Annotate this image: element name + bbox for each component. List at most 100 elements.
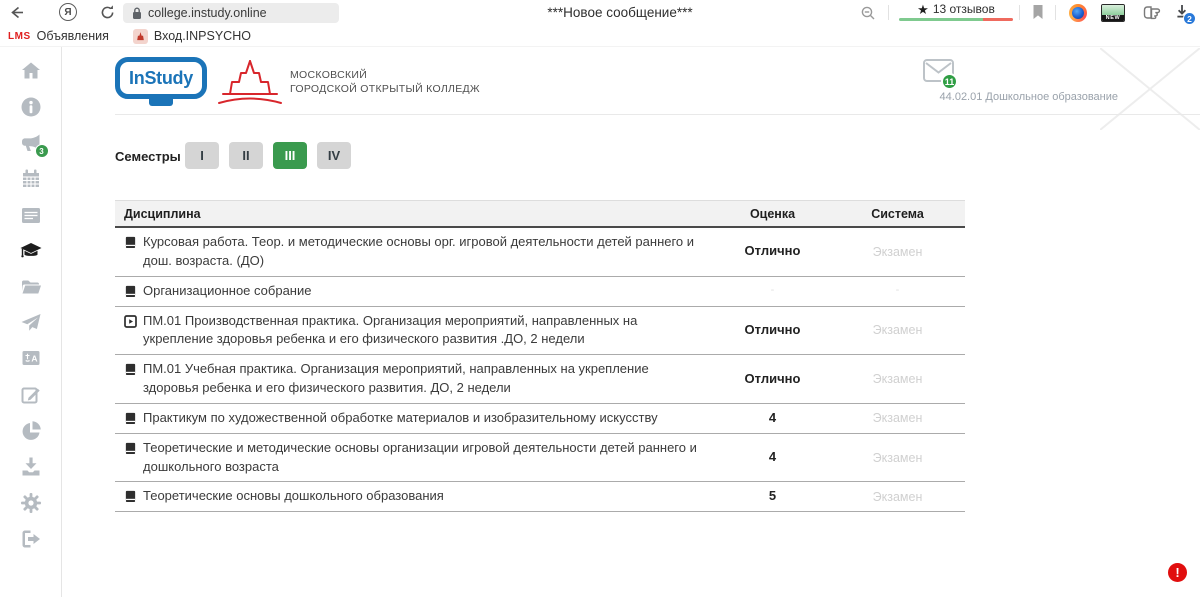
book-icon [124,412,137,425]
bookmarks-bar: LMS Объявления Вход.INPSYCHO [0,26,1200,47]
instudy-monitor-stand [149,99,173,106]
grade-value: Отлично [715,370,830,389]
semester-button[interactable]: III [273,142,307,169]
extension-circle-icon[interactable] [1069,4,1087,22]
new-badge: NEW [1102,15,1124,22]
table-row[interactable]: Теоретические основы дошкольного образов… [115,482,965,512]
sidebar-item-calendar[interactable] [19,167,43,191]
semester-buttons: IIIIIIIV [185,142,351,169]
column-grade: Оценка [715,207,830,221]
sidebar-item-translate[interactable]: A [19,347,43,371]
zoom-out-icon[interactable] [860,5,877,22]
sidebar-item-journal[interactable] [19,203,43,227]
sidebar-item-announcements[interactable]: 3 [19,131,43,155]
grade-value: Отлично [715,242,830,261]
bookmark-flag-icon[interactable] [1031,4,1045,20]
book-icon [124,363,137,376]
program-title: 44.02.01 Дошкольное образование [818,91,1118,103]
sidebar-item-home[interactable] [19,59,43,83]
refresh-icon[interactable] [99,4,116,21]
sidebar-item-settings[interactable] [19,491,43,515]
sidebar-item-statistics[interactable] [19,419,43,443]
book-icon [124,236,137,249]
browser-toolbar: Я college.instudy.online ***Новое сообще… [0,0,1200,26]
lock-icon [132,7,142,20]
toolbar-divider [1055,5,1056,20]
college-name: МОСКОВСКИЙ ГОРОДСКОЙ ОТКРЫТЫЙ КОЛЛЕДЖ [290,68,480,96]
discipline-name: Курсовая работа. Теор. и методические ос… [143,233,715,271]
book-icon [124,285,137,298]
sidebar-item-files[interactable] [19,275,43,299]
system-value: - [830,283,965,299]
sidebar-item-info[interactable] [19,95,43,119]
system-value: Экзамен [830,488,965,506]
table-row[interactable]: ПМ.01 Производственная практика. Организ… [115,307,965,356]
bookmark-lms-announcements[interactable]: LMS Объявления [8,29,109,43]
mail-icon[interactable]: 11 [922,58,962,92]
instudy-logo-text: InStudy [129,68,193,89]
downloads-badge: 2 [1183,12,1196,25]
mail-badge: 11 [941,73,958,90]
discipline-name: ПМ.01 Производственная практика. Организ… [143,312,715,350]
sidebar-item-messages[interactable] [19,311,43,335]
table-row[interactable]: Практикум по художественной обработке ма… [115,404,965,434]
discipline-name: Организационное собрание [143,282,715,301]
system-value: Экзамен [830,449,965,467]
url-text: college.instudy.online [148,6,267,20]
toolbar-divider [888,5,889,20]
extension-new-icon[interactable]: NEW [1101,4,1125,22]
grade-value: 4 [715,448,830,467]
sidebar-item-edit[interactable] [19,383,43,407]
discipline-name: ПМ.01 Учебная практика. Организация меро… [143,360,715,398]
reviews-widget[interactable]: ★ 13 отзывов [899,2,1013,21]
grade-value: 5 [715,487,830,506]
system-value: Экзамен [830,321,965,339]
sidebar-item-logout[interactable] [19,527,43,551]
grade-value: 4 [715,409,830,428]
column-discipline: Дисциплина [115,207,715,221]
semester-button[interactable]: IV [317,142,351,169]
grades-table-body: Курсовая работа. Теор. и методические ос… [115,228,965,512]
star-icon: ★ [917,3,929,16]
column-system: Система [830,207,965,221]
table-row[interactable]: Теоретические и методические основы орга… [115,434,965,483]
yandex-browser-icon[interactable]: Я [59,3,77,21]
bookmark-inpsycho[interactable]: Вход.INPSYCHO [119,29,251,44]
sidebar-nav: 3 A [0,47,62,597]
address-bar[interactable]: college.instudy.online [123,3,339,23]
table-row[interactable]: ПМ.01 Учебная практика. Организация меро… [115,355,965,404]
system-value: Экзамен [830,370,965,388]
semester-button[interactable]: II [229,142,263,169]
grades-table-header: Дисциплина Оценка Система [115,200,965,228]
discipline-name: Практикум по художественной обработке ма… [143,409,715,428]
lms-icon: LMS [8,31,31,42]
video-icon [124,315,137,328]
reviews-count: 13 отзывов [933,2,995,16]
grade-value: Отлично [715,321,830,340]
instudy-logo[interactable]: InStudy [115,57,207,109]
header-divider [115,114,1200,115]
discipline-name: Теоретические основы дошкольного образов… [143,487,715,506]
back-icon[interactable] [8,4,25,21]
sidebar-item-downloads[interactable] [19,455,43,479]
toolbar-divider [1019,5,1020,20]
grade-value: - [715,283,830,299]
table-row[interactable]: Организационное собрание - - [115,277,965,307]
sidebar-item-education-active[interactable] [19,239,43,263]
semester-button[interactable]: I [185,142,219,169]
extension-gesture-icon[interactable] [1142,4,1162,21]
system-value: Экзамен [830,243,965,261]
alert-icon[interactable]: ! [1168,563,1187,582]
book-icon [124,442,137,455]
instudy-monitor-shape: InStudy [115,57,207,99]
close-icon[interactable] [1100,48,1200,130]
book-icon [124,490,137,503]
reviews-rating-bar [899,18,1013,21]
downloads-icon[interactable]: 2 [1174,3,1196,25]
svg-text:A: A [31,354,37,364]
emblem-icon [133,29,148,44]
table-row[interactable]: Курсовая работа. Теор. и методические ос… [115,228,965,277]
discipline-name: Теоретические и методические основы орга… [143,439,715,477]
college-tower-icon [213,58,287,110]
semesters-label: Семестры [115,149,181,164]
